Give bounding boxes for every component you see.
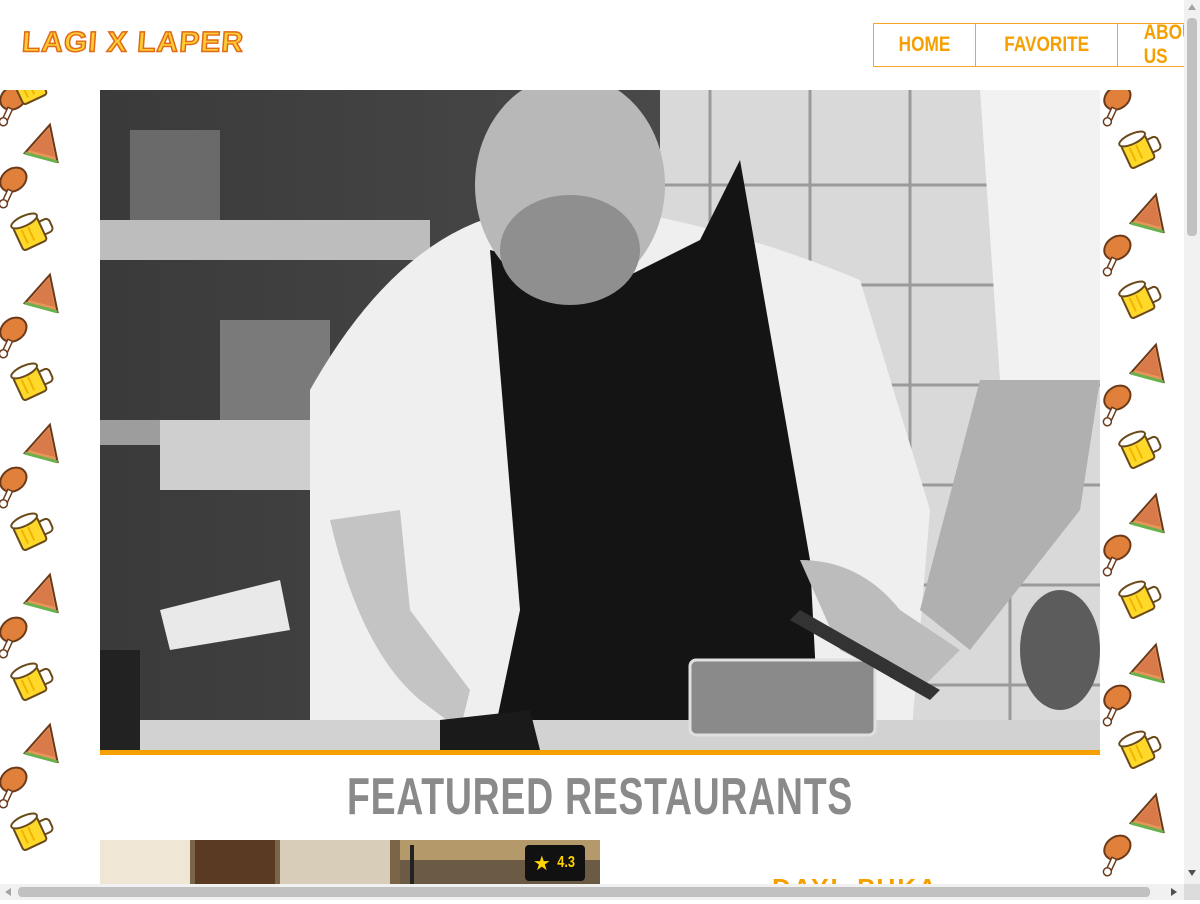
scroll-right-arrow-icon[interactable] xyxy=(1171,888,1177,896)
nav-favorite[interactable]: FAVORITE xyxy=(976,24,1119,66)
hero-image xyxy=(100,90,1100,753)
nav-home-label: HOME xyxy=(898,33,951,56)
chef-photo xyxy=(100,90,1100,753)
featured-title: FEATURED RESTAURANTS xyxy=(347,768,853,826)
rating-value: 4.3 xyxy=(557,854,575,871)
vertical-scrollbar[interactable] xyxy=(1184,0,1200,884)
main-nav: HOME FAVORITE ABOUT US xyxy=(873,21,1200,68)
site-header: LAGI X LAPER HOME FAVORITE ABOUT US xyxy=(0,0,1200,90)
nav-favorite-label: FAVORITE xyxy=(1004,33,1090,56)
featured-section: FEATURED RESTAURANTS ★ 4.3 DAYL PUKA xyxy=(100,755,1100,903)
horizontal-scroll-thumb[interactable] xyxy=(18,887,1150,897)
scroll-up-arrow-icon[interactable] xyxy=(1188,4,1196,10)
horizontal-scrollbar[interactable] xyxy=(0,884,1184,900)
scroll-down-arrow-icon[interactable] xyxy=(1188,870,1196,876)
site-logo[interactable]: LAGI X LAPER xyxy=(20,26,246,59)
nav-home[interactable]: HOME xyxy=(874,24,976,66)
rating-badge: ★ 4.3 xyxy=(525,845,585,881)
vertical-scroll-thumb[interactable] xyxy=(1187,18,1197,236)
star-icon: ★ xyxy=(532,851,551,875)
scrollbar-corner xyxy=(1184,884,1200,900)
scroll-left-arrow-icon[interactable] xyxy=(5,888,11,896)
